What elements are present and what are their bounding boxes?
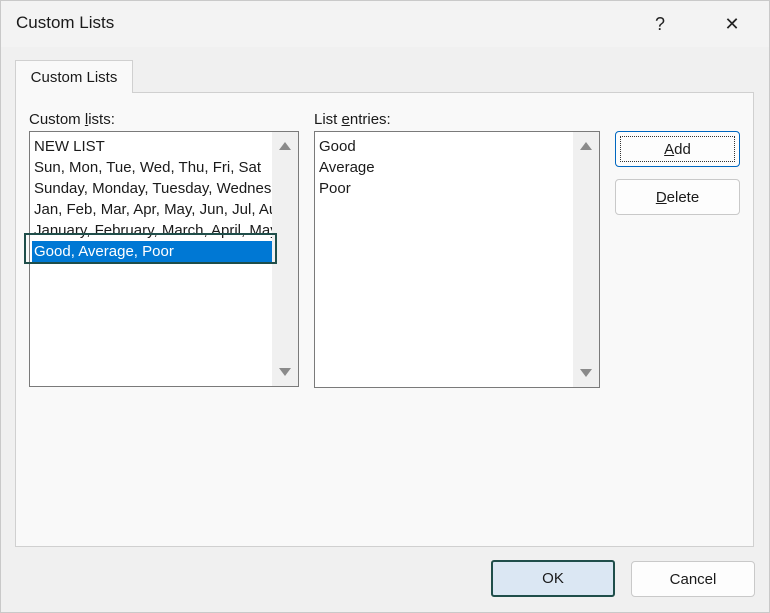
dialog-title: Custom Lists bbox=[16, 13, 115, 32]
list-entries-scrollbar[interactable] bbox=[573, 132, 599, 387]
cancel-button[interactable]: Cancel bbox=[631, 561, 755, 597]
scroll-up-icon[interactable] bbox=[580, 142, 592, 150]
list-item[interactable]: Jan, Feb, Mar, Apr, May, Jun, Jul, Aug, … bbox=[30, 199, 280, 220]
help-icon: ? bbox=[654, 13, 665, 34]
ok-button[interactable]: OK bbox=[491, 560, 615, 597]
add-button[interactable]: Add bbox=[615, 131, 740, 167]
close-button[interactable]: ✕ bbox=[709, 1, 755, 47]
custom-lists-dialog: Custom Lists ? ✕ Custom Lists Custom lis… bbox=[0, 0, 770, 613]
focus-rectangle: Add bbox=[620, 136, 735, 162]
tab-label: Custom Lists bbox=[30, 68, 118, 86]
custom-lists-label: Custom lists: bbox=[29, 111, 115, 128]
list-entry[interactable]: Average bbox=[315, 157, 581, 178]
custom-lists-listbox[interactable]: NEW LIST Sun, Mon, Tue, Wed, Thu, Fri, S… bbox=[29, 131, 299, 387]
list-item[interactable]: NEW LIST bbox=[30, 136, 280, 157]
list-entry[interactable]: Good bbox=[315, 136, 581, 157]
list-item[interactable]: Sun, Mon, Tue, Wed, Thu, Fri, Sat bbox=[30, 157, 280, 178]
title-bar: Custom Lists ? ✕ bbox=[1, 1, 769, 47]
scroll-down-icon[interactable] bbox=[580, 369, 592, 377]
list-item[interactable]: Sunday, Monday, Tuesday, Wednesday, Thur… bbox=[30, 178, 280, 199]
scroll-up-icon[interactable] bbox=[279, 142, 291, 150]
list-entries-label: List entries: bbox=[314, 111, 391, 128]
custom-lists-scrollbar[interactable] bbox=[272, 132, 298, 386]
help-button[interactable]: ? bbox=[637, 1, 683, 47]
list-entry[interactable]: Poor bbox=[315, 178, 581, 199]
scroll-down-icon[interactable] bbox=[279, 368, 291, 376]
close-icon: ✕ bbox=[724, 13, 740, 34]
delete-button[interactable]: Delete bbox=[615, 179, 740, 215]
list-entries-textbox[interactable]: Good Average Poor bbox=[314, 131, 600, 388]
list-item-selected[interactable]: Good, Average, Poor bbox=[32, 241, 278, 262]
tab-custom-lists[interactable]: Custom Lists bbox=[15, 60, 133, 93]
list-item[interactable]: January, February, March, April, May, Ju… bbox=[30, 220, 280, 241]
